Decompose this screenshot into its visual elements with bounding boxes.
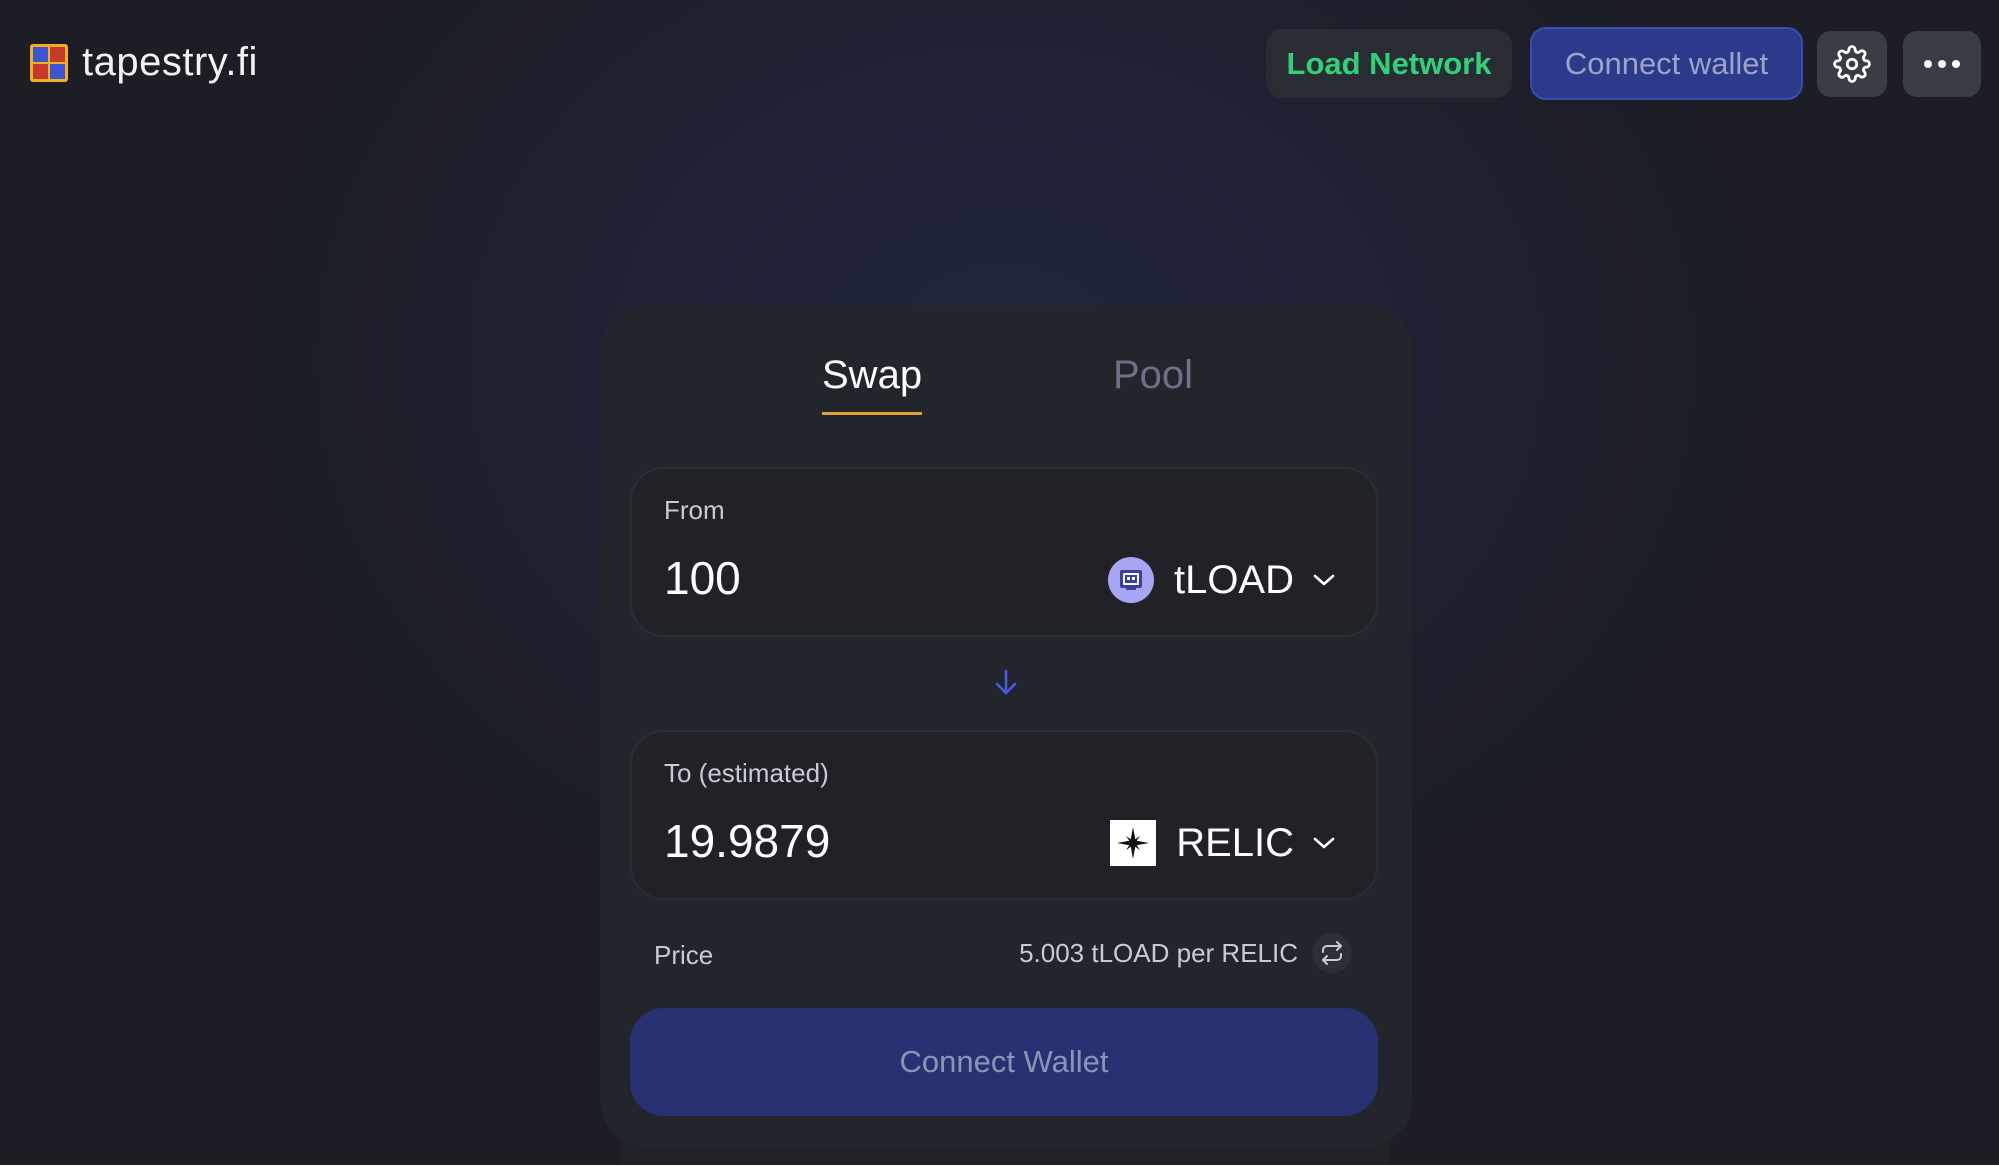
from-token-name: tLOAD xyxy=(1173,557,1294,602)
more-horizontal-icon xyxy=(1924,60,1960,68)
invert-price-button[interactable] xyxy=(1312,933,1352,973)
connect-wallet-button[interactable]: Connect Wallet xyxy=(630,1008,1378,1116)
tab-swap[interactable]: Swap xyxy=(822,353,923,415)
price-label: Price xyxy=(654,940,714,970)
from-panel: From 100 tLOAD xyxy=(630,467,1378,637)
from-token-selector[interactable]: tLOAD xyxy=(1107,555,1336,605)
relic-token-icon xyxy=(1110,820,1157,866)
app-logo[interactable]: tapestry.fi xyxy=(30,40,258,85)
chevron-down-icon xyxy=(1312,572,1336,588)
to-token-name: RELIC xyxy=(1176,820,1294,865)
load-network-button[interactable]: Load Network xyxy=(1266,29,1512,98)
tapestry-logo-icon xyxy=(30,43,68,82)
gear-icon xyxy=(1833,45,1871,83)
settings-button[interactable] xyxy=(1817,31,1887,97)
app-title: tapestry.fi xyxy=(82,40,258,84)
tload-token-icon xyxy=(1107,557,1154,603)
swap-card: Swap Pool From 100 tLOAD To (estimated) … xyxy=(600,305,1412,1147)
chevron-down-icon xyxy=(1312,835,1336,851)
from-label: From xyxy=(664,495,725,525)
tab-pool[interactable]: Pool xyxy=(1113,353,1193,412)
connect-wallet-header-button[interactable]: Connect wallet xyxy=(1530,27,1803,100)
price-value: 5.003 tLOAD per RELIC xyxy=(1019,937,1298,968)
to-panel: To (estimated) 19.9879 RELIC xyxy=(630,730,1378,900)
swap-direction-icon xyxy=(1322,941,1342,965)
to-amount-output[interactable]: 19.9879 xyxy=(664,814,830,868)
from-amount-input[interactable]: 100 xyxy=(664,551,741,605)
arrow-down-icon[interactable] xyxy=(992,668,1020,703)
price-info: 5.003 tLOAD per RELIC xyxy=(1019,933,1352,973)
more-options-button[interactable] xyxy=(1903,31,1981,97)
tab-bar: Swap Pool xyxy=(600,353,1412,433)
to-token-selector[interactable]: RELIC xyxy=(1110,818,1336,868)
to-label: To (estimated) xyxy=(664,758,829,788)
